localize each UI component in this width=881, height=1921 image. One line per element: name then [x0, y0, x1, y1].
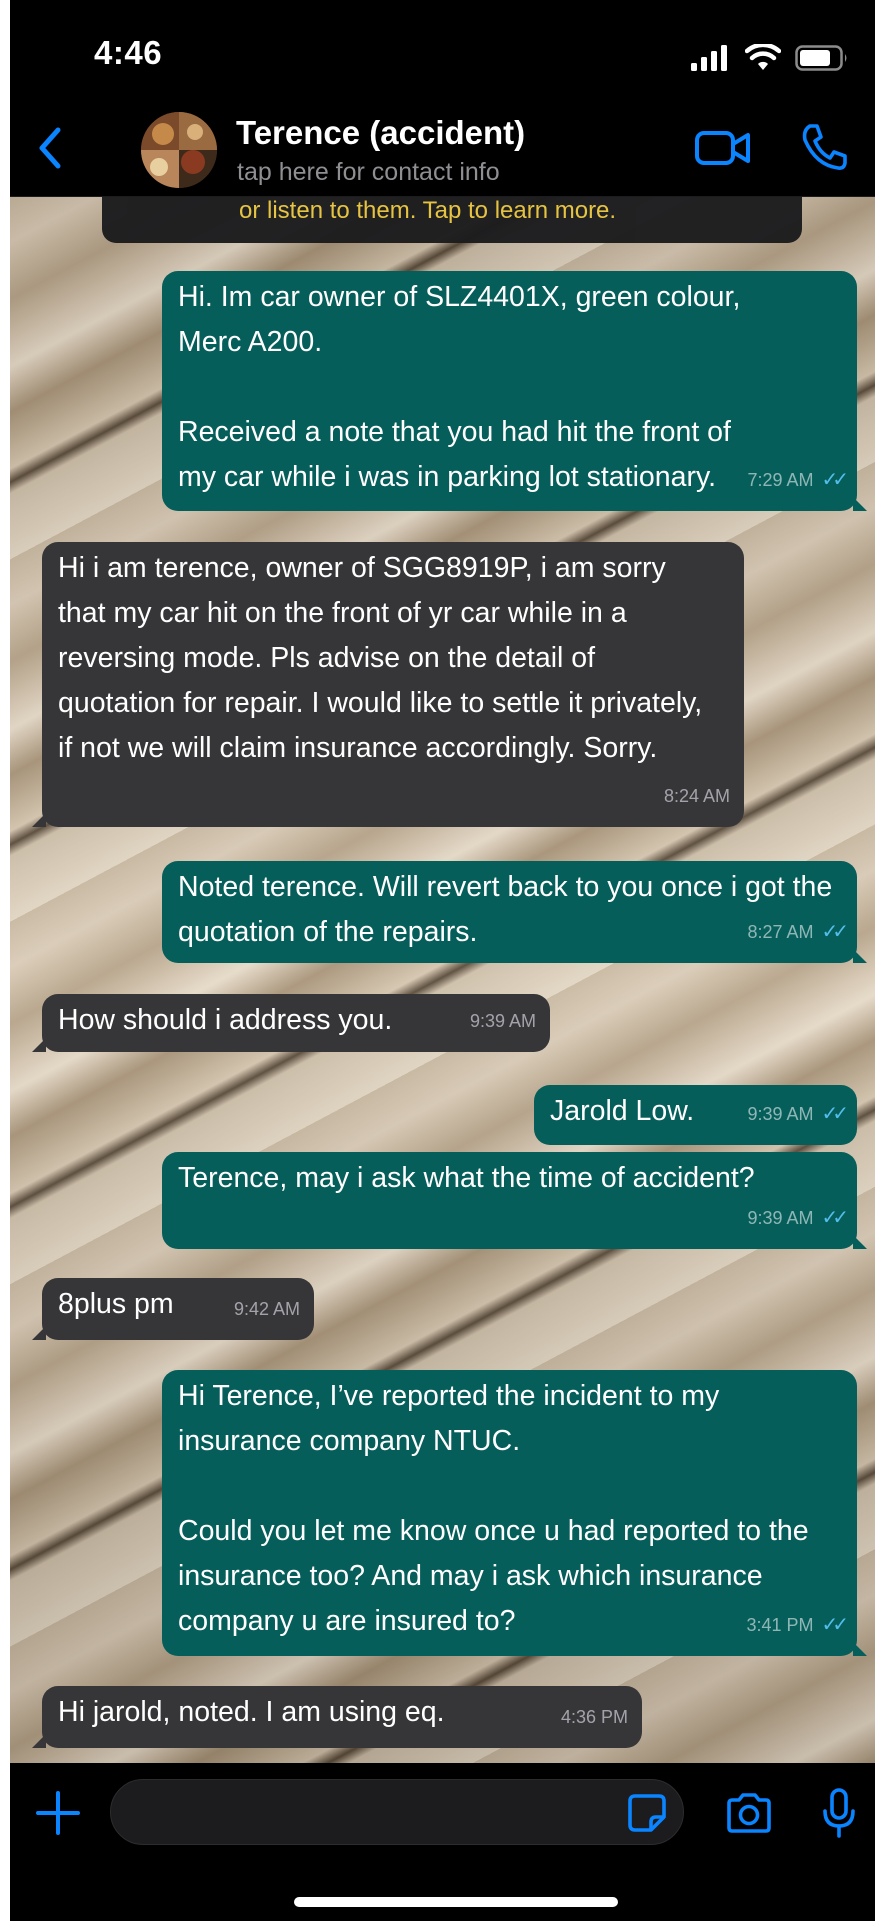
message-meta: 9:39 AM ✓✓	[747, 1092, 848, 1137]
message-bubble-outgoing[interactable]: Noted terence. Will revert back to you o…	[162, 861, 867, 963]
voice-message-button[interactable]	[822, 1787, 856, 1839]
message-text: Hi. Im car owner of SLZ4401X, green colo…	[178, 281, 741, 493]
message-meta: 9:39 AM	[470, 999, 536, 1044]
microphone-icon	[822, 1788, 856, 1843]
bubble-tail	[32, 1734, 46, 1748]
message-time: 8:27 AM	[747, 922, 814, 942]
contact-avatar[interactable]	[141, 112, 217, 188]
bubble-tail	[32, 1038, 46, 1052]
bubble-tail	[853, 1235, 867, 1249]
read-receipt-icon: ✓✓	[821, 1103, 848, 1125]
attach-button[interactable]	[36, 1791, 80, 1835]
chevron-left-icon	[30, 127, 70, 178]
message-text: Hi i am terence, owner of SGG8919P, i am…	[58, 552, 711, 764]
wifi-icon	[744, 42, 782, 77]
message-meta: 4:36 PM	[561, 1695, 628, 1740]
message-time: 9:39 AM	[747, 1104, 814, 1124]
message-time: 9:39 AM	[469, 1011, 536, 1031]
contact-info-hint[interactable]: tap here for contact info	[237, 158, 500, 187]
voice-call-button[interactable]	[800, 122, 848, 172]
phone-icon	[800, 124, 848, 176]
battery-icon	[795, 45, 849, 76]
message-meta: 8:27 AM ✓✓	[747, 910, 848, 955]
message-meta: 9:42 AM	[234, 1287, 300, 1332]
bubble-tail	[853, 497, 867, 511]
message-meta: 7:29 AM ✓✓	[747, 458, 848, 503]
sticker-icon	[627, 1794, 667, 1837]
frame-edge-right	[875, 0, 881, 1921]
message-time: 9:39 AM	[747, 1208, 814, 1228]
message-bubble-incoming[interactable]: How should i address you. 9:39 AM	[32, 994, 550, 1052]
message-text: Terence, may i ask what the time of acci…	[178, 1162, 755, 1194]
message-bubble-incoming[interactable]: Hi i am terence, owner of SGG8919P, i am…	[32, 542, 744, 827]
message-text: Hi Terence, I’ve reported the incident t…	[178, 1380, 809, 1637]
message-bubble-outgoing[interactable]: Hi Terence, I’ve reported the incident t…	[162, 1370, 867, 1656]
read-receipt-icon: ✓✓	[821, 1207, 848, 1229]
contact-name[interactable]: Terence (accident)	[236, 114, 525, 152]
status-time: 4:46	[94, 34, 163, 71]
message-bubble-outgoing[interactable]: Jarold Low. 9:39 AM ✓✓	[534, 1085, 857, 1145]
bubble-tail	[853, 1642, 867, 1656]
message-input[interactable]	[110, 1779, 684, 1845]
cellular-signal-icon	[691, 45, 731, 76]
status-bar: 4:46	[10, 0, 875, 100]
chat-header: Terence (accident) tap here for contact …	[10, 100, 875, 197]
message-meta: 3:41 PM ✓✓	[746, 1603, 848, 1648]
message-time: 8:24 AM	[663, 786, 730, 806]
status-icons	[691, 42, 849, 77]
encryption-banner[interactable]: or listen to them. Tap to learn more.	[102, 197, 802, 243]
message-bubble-incoming[interactable]: Hi jarold, noted. I am using eq. 4:36 PM	[32, 1686, 642, 1748]
message-meta: 9:39 AM ✓✓	[747, 1196, 848, 1241]
sticker-button[interactable]	[627, 1793, 667, 1833]
plus-icon	[36, 1791, 80, 1839]
message-bubble-outgoing[interactable]: Terence, may i ask what the time of acci…	[162, 1152, 867, 1249]
camera-icon	[724, 1793, 774, 1839]
chat-area[interactable]: or listen to them. Tap to learn more. Hi…	[10, 197, 875, 1763]
frame-edge-left	[0, 0, 10, 1921]
message-bubble-incoming[interactable]: 8plus pm 9:42 AM	[32, 1278, 314, 1340]
home-indicator[interactable]	[294, 1897, 618, 1907]
bubble-tail	[32, 813, 46, 827]
composer-bar	[10, 1763, 875, 1921]
message-text: Noted terence. Will revert back to you o…	[178, 871, 841, 948]
read-receipt-icon: ✓✓	[821, 469, 848, 491]
read-receipt-icon: ✓✓	[821, 921, 848, 943]
message-time: 7:29 AM	[747, 470, 814, 490]
message-text: Jarold Low.	[550, 1095, 695, 1127]
camera-button[interactable]	[724, 1791, 774, 1835]
bubble-tail	[32, 1326, 46, 1340]
video-call-button[interactable]	[694, 126, 752, 170]
message-time: 3:41 PM	[746, 1615, 814, 1635]
video-camera-icon	[694, 131, 752, 174]
message-text: 8plus pm	[58, 1288, 174, 1320]
read-receipt-icon: ✓✓	[821, 1614, 848, 1636]
back-button[interactable]	[30, 122, 70, 174]
message-bubble-outgoing[interactable]: Hi. Im car owner of SLZ4401X, green colo…	[162, 271, 867, 511]
banner-text: or listen to them. Tap to learn more.	[239, 197, 617, 224]
message-text: How should i address you.	[58, 1004, 393, 1036]
message-meta: 8:24 AM	[664, 774, 730, 819]
message-time: 9:42 AM	[233, 1299, 300, 1319]
message-text: Hi jarold, noted. I am using eq.	[58, 1696, 445, 1728]
message-time: 4:36 PM	[560, 1707, 628, 1727]
bubble-tail	[853, 949, 867, 963]
